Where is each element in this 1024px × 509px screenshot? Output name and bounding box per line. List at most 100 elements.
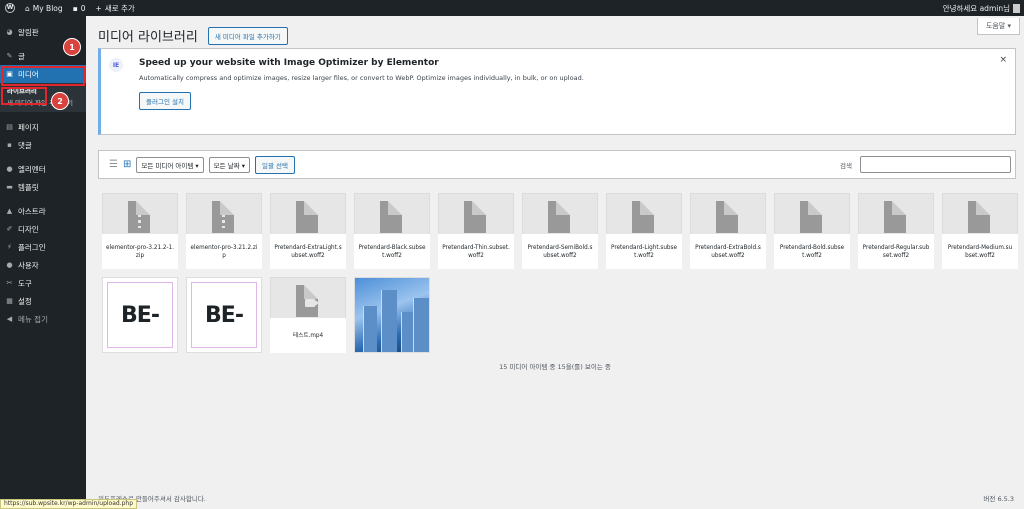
- media-filename: 테스트.mp4: [270, 318, 346, 353]
- admin-menu: ◕ 알림판 ✎ 글 ▣ 미디어 라이브러리 새 미디어 파일 추가하기 ▤ 페이지 ▪ 댓…: [0, 16, 86, 509]
- avatar: [1013, 3, 1020, 13]
- comment-icon: ▪: [72, 3, 78, 13]
- plugin-icon: ⚡: [7, 243, 12, 251]
- zip-file-icon: [212, 201, 234, 233]
- media-submenu: 라이브러리 새 미디어 파일 추가하기: [0, 83, 86, 112]
- media-item[interactable]: Pretendard-SemiBold.subset.woff2: [522, 193, 598, 269]
- site-name-link[interactable]: ⌂ My Blog: [20, 0, 68, 16]
- document-file-icon: [380, 201, 402, 233]
- date-filter[interactable]: 모든 날짜 ▾: [208, 156, 250, 173]
- menu-item-templates[interactable]: ▬ 템플릿: [0, 178, 86, 196]
- help-tab[interactable]: 도움말 ▾: [976, 18, 1020, 35]
- media-toolbar: ☰ ⊞ 모든 미디어 아이템 ▾ 모든 날짜 ▾ 일괄 선택 검색: [98, 150, 1016, 179]
- settings-icon: ▦: [6, 297, 13, 305]
- zipper-mark: [222, 208, 225, 228]
- menu-label: 엘리멘터: [18, 164, 46, 174]
- brush-icon: ✐: [6, 225, 13, 233]
- document-file-icon: [632, 201, 654, 233]
- list-view-icon[interactable]: ☰: [109, 159, 118, 170]
- zip-file-icon: [128, 201, 150, 233]
- menu-label: 메뉴 접기: [18, 314, 48, 324]
- media-item[interactable]: Pretendard-Medium.subset.woff2: [942, 193, 1018, 269]
- plus-icon: +: [95, 3, 102, 13]
- astra-icon: ▲: [6, 207, 13, 215]
- document-file-icon: [716, 201, 738, 233]
- wrench-icon: ✂: [6, 279, 13, 287]
- media-item[interactable]: BE-: [102, 277, 178, 353]
- new-content-link[interactable]: + 새로 추가: [91, 0, 140, 16]
- notice-description: Automatically compress and optimize imag…: [139, 74, 584, 82]
- photo-building: [363, 306, 377, 352]
- zipper-mark: [138, 208, 141, 228]
- pin-icon: ✎: [6, 52, 13, 60]
- wordpress-logo[interactable]: W: [0, 0, 20, 16]
- menu-item-plugins[interactable]: ⚡ 플러그인: [0, 238, 86, 256]
- menu-label: 댓글: [18, 140, 32, 150]
- media-item[interactable]: Pretendard-Bold.subset.woff2: [774, 193, 850, 269]
- menu-label: 템플릿: [18, 182, 39, 192]
- media-filename: Pretendard-ExtraLight.subset.woff2: [270, 234, 346, 269]
- submenu-library[interactable]: 라이브러리: [0, 85, 86, 97]
- submenu-add-new[interactable]: 새 미디어 파일 추가하기: [0, 97, 86, 109]
- media-item[interactable]: Pretendard-Thin.subset.woff2: [438, 193, 514, 269]
- media-item[interactable]: Pretendard-ExtraBold.subset.woff2: [690, 193, 766, 269]
- menu-item-users[interactable]: ● 사용자: [0, 256, 86, 274]
- comments-link[interactable]: ▪ 0: [68, 0, 91, 16]
- menu-item-pages[interactable]: ▤ 페이지: [0, 118, 86, 136]
- my-account[interactable]: 안녕하세요 admin님: [938, 0, 1024, 16]
- menu-item-tools[interactable]: ✂ 도구: [0, 274, 86, 292]
- menu-label: 플러그인: [18, 242, 46, 252]
- menu-item-comments[interactable]: ▪ 댓글: [0, 136, 86, 154]
- menu-item-elementor[interactable]: ● 엘리멘터: [0, 160, 86, 178]
- greeting: 안녕하세요 admin님: [942, 3, 1010, 13]
- photo-building: [413, 298, 429, 352]
- step-badge-1: 1: [63, 38, 81, 56]
- media-filename: Pretendard-Light.subset.woff2: [606, 234, 682, 269]
- camera-mark: [305, 299, 319, 307]
- media-item[interactable]: Pretendard-Light.subset.woff2: [606, 193, 682, 269]
- media-type-filter[interactable]: 모든 미디어 아이템 ▾: [136, 156, 204, 173]
- close-icon[interactable]: ×: [999, 55, 1007, 65]
- menu-item-astra[interactable]: ▲ 아스트라: [0, 202, 86, 220]
- collapse-icon: ◀: [6, 315, 13, 323]
- media-item[interactable]: Pretendard-Regular.subset.woff2: [858, 193, 934, 269]
- media-count: 15 미디어 아이템 중 15을(를) 보이는 중: [499, 363, 611, 371]
- search-input[interactable]: [860, 156, 1011, 173]
- media-item[interactable]: elementor-pro-3.21.2.zip: [186, 193, 262, 269]
- media-filename: Pretendard-Bold.subset.woff2: [774, 234, 850, 269]
- menu-label: 글: [18, 51, 25, 61]
- menu-label: 사용자: [18, 260, 39, 270]
- document-file-icon: [800, 201, 822, 233]
- elementor-icon: ●: [6, 165, 13, 173]
- media-item[interactable]: 테스트.mp4: [270, 277, 346, 353]
- grid-view-icon[interactable]: ⊞: [123, 159, 131, 170]
- menu-item-appearance[interactable]: ✐ 디자인: [0, 220, 86, 238]
- menu-item-media[interactable]: ▣ 미디어: [0, 65, 86, 83]
- menu-label: 디자인: [18, 224, 39, 234]
- wordpress-icon: W: [5, 3, 15, 13]
- main-content: 도움말 ▾ 미디어 라이브러리 새 미디어 파일 추가하기 IE Speed u…: [86, 16, 1024, 509]
- search-label: 검색: [840, 161, 852, 170]
- install-plugin-button[interactable]: 플러그인 설치: [139, 92, 191, 110]
- media-filename: Pretendard-SemiBold.subset.woff2: [522, 234, 598, 269]
- add-new-media-button[interactable]: 새 미디어 파일 추가하기: [207, 26, 288, 45]
- bulk-select-button[interactable]: 일괄 선택: [255, 155, 295, 174]
- menu-label: 도구: [18, 278, 32, 288]
- document-file-icon: [296, 201, 318, 233]
- comment-icon: ▪: [7, 141, 12, 149]
- media-item[interactable]: [354, 277, 430, 353]
- image-optimizer-notice: IE Speed up your website with Image Opti…: [98, 48, 1016, 135]
- thumbnail-image: BE-: [107, 282, 173, 348]
- new-label: 새로 추가: [104, 3, 135, 13]
- media-filename: Pretendard-Black.subset.woff2: [354, 234, 430, 269]
- menu-item-collapse[interactable]: ◀ 메뉴 접기: [0, 310, 86, 328]
- menu-item-settings[interactable]: ▦ 설정: [0, 292, 86, 310]
- media-item[interactable]: BE-: [186, 277, 262, 353]
- dashboard-icon: ◕: [6, 28, 13, 36]
- media-item[interactable]: Pretendard-Black.subset.woff2: [354, 193, 430, 269]
- photo-building: [401, 312, 413, 352]
- media-item[interactable]: elementor-pro-3.21.2-1.zip: [102, 193, 178, 269]
- media-filename: Pretendard-ExtraBold.subset.woff2: [690, 234, 766, 269]
- media-item[interactable]: Pretendard-ExtraLight.subset.woff2: [270, 193, 346, 269]
- status-bar-url: https://sub.wpsite.kr/wp-admin/upload.ph…: [0, 499, 138, 509]
